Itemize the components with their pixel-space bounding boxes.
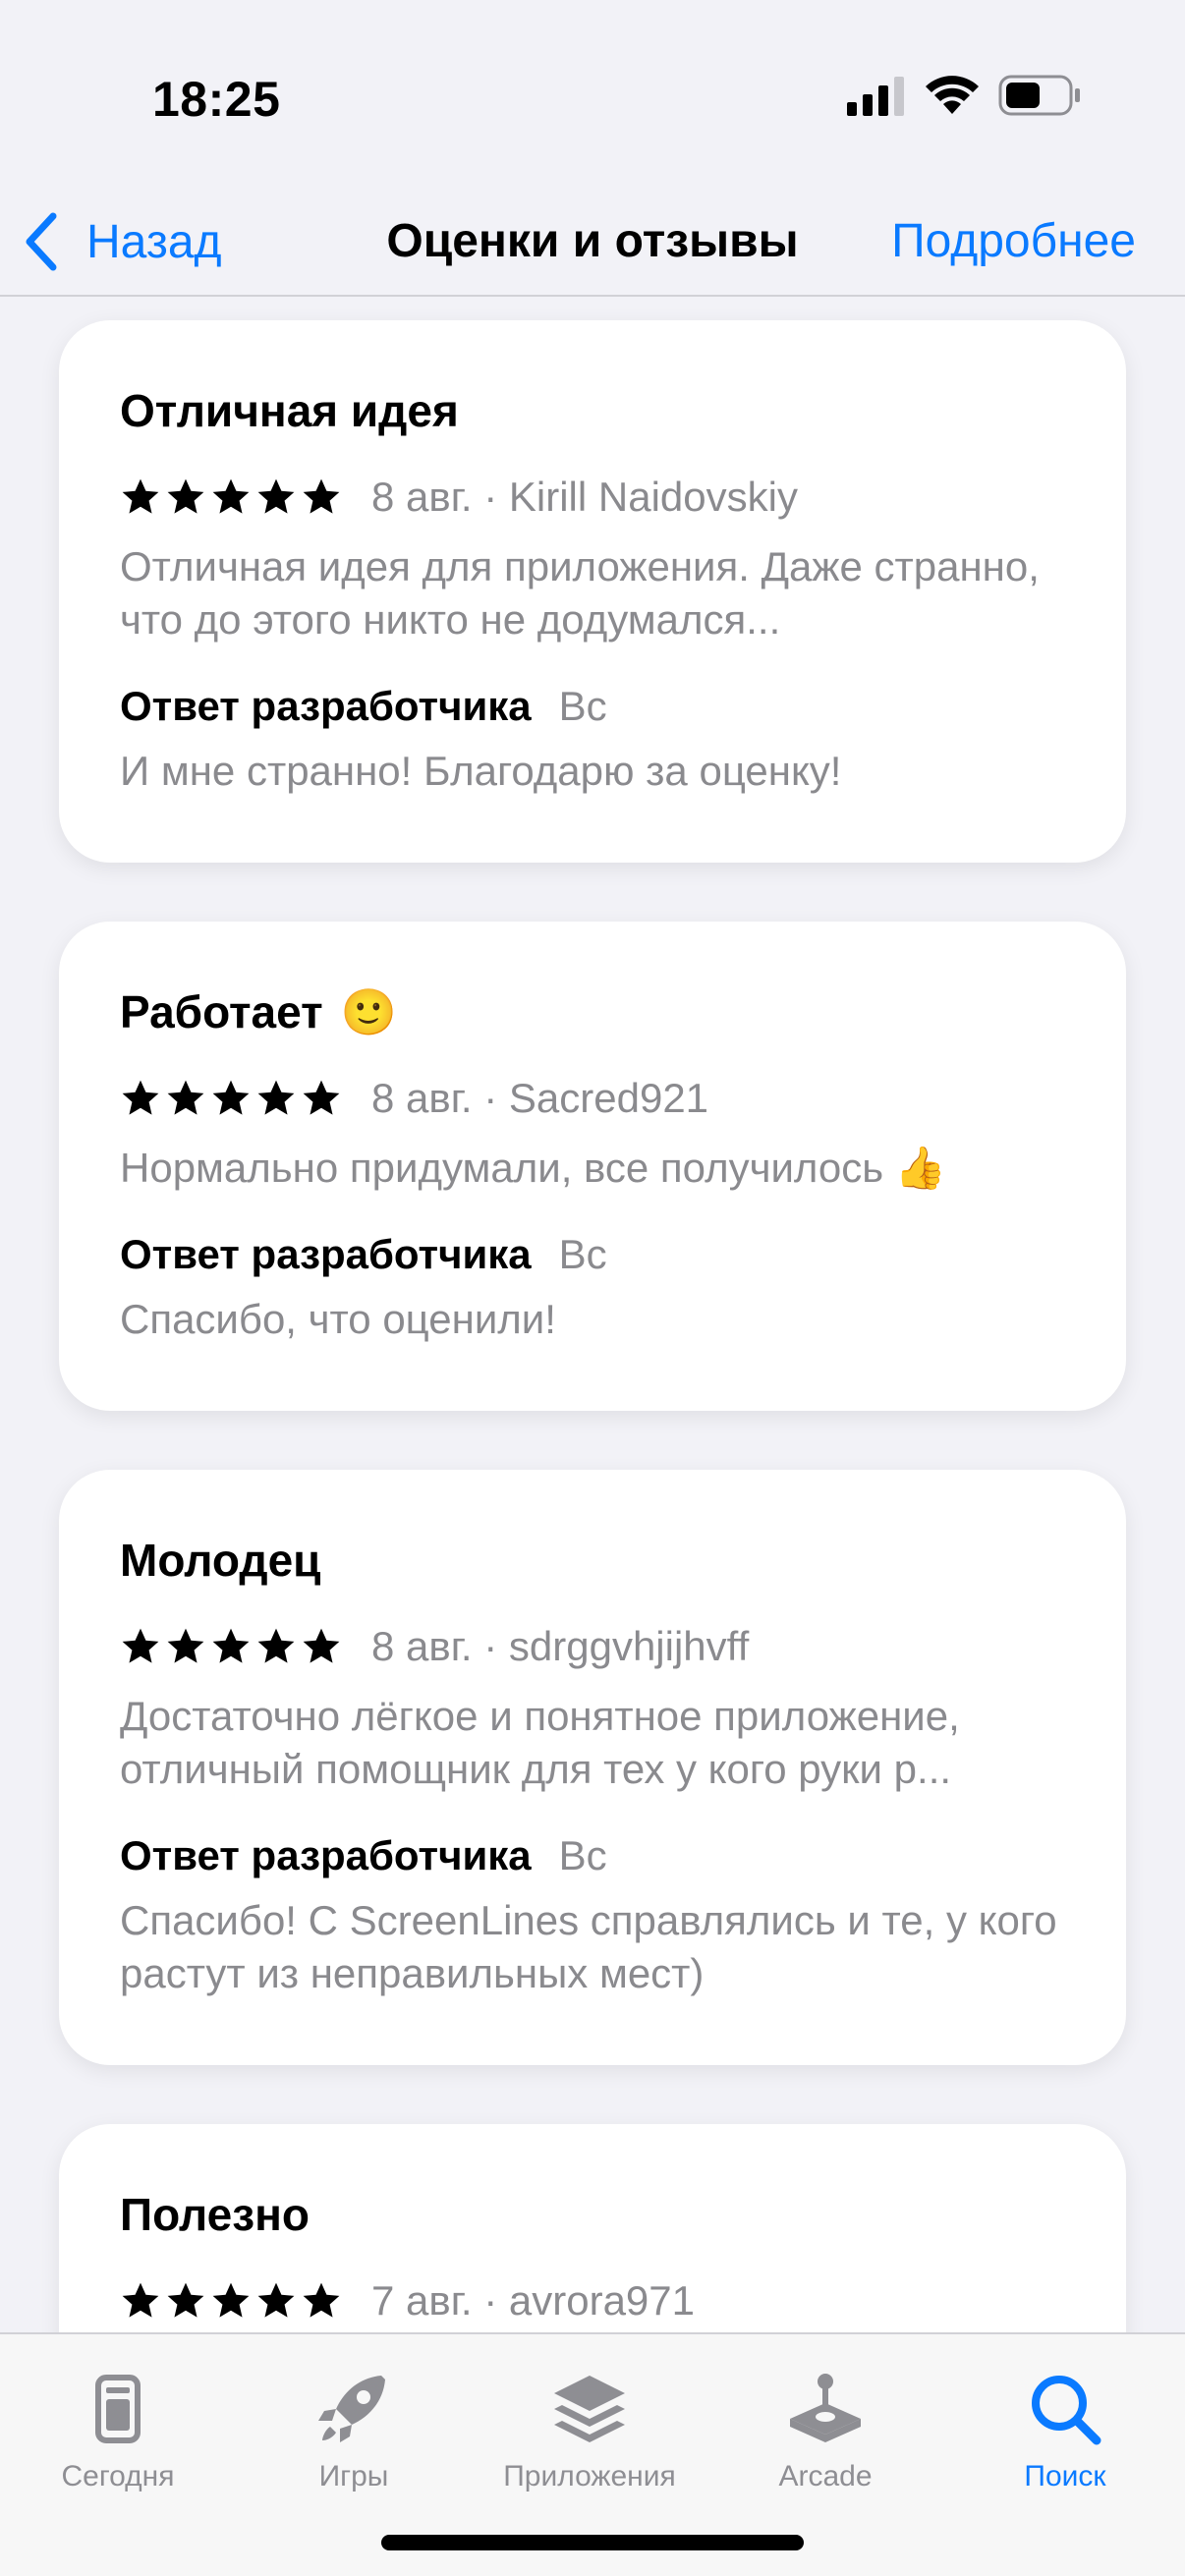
developer-response-date: Вс	[558, 1832, 607, 1878]
review-body: Отличная идея для приложения. Даже стран…	[120, 543, 1040, 643]
star-filled-icon	[122, 478, 159, 514]
home-indicator[interactable]	[381, 2535, 804, 2550]
developer-response-text: Спасибо! С ScreenLines справлялись и те,…	[120, 1897, 1057, 1996]
review-card[interactable]: Молодец 8 авг. · sdrggvhjijhvff Достаточ…	[59, 1470, 1126, 2065]
review-date-author: 7 авг. · avrora971	[371, 2277, 696, 2324]
developer-response-text: Спасибо, что оценили!	[120, 1296, 556, 1342]
review-date-author: 8 авг. · Sacred921	[371, 1075, 709, 1121]
search-icon	[1032, 2376, 1101, 2445]
developer-response-label: Ответ разработчика	[120, 1231, 532, 1277]
star-filled-icon	[303, 1628, 340, 1663]
star-filled-icon	[167, 1628, 204, 1663]
review-title: Полезно	[120, 2189, 310, 2240]
navigation-bar: Назад Оценки и отзывы Подробнее	[0, 187, 1185, 297]
smile-emoji: 🙂	[340, 986, 397, 1037]
star-rating	[120, 476, 346, 518]
status-time: 18:25	[152, 72, 281, 127]
star-filled-icon	[303, 478, 340, 514]
star-filled-icon	[257, 1080, 295, 1115]
wifi-icon	[926, 76, 979, 114]
arcade-joystick-icon	[790, 2374, 861, 2442]
chevron-left-icon	[26, 212, 57, 271]
tab-arcade[interactable]: Arcade	[707, 2348, 943, 2505]
developer-response-text: И мне странно! Благодарю за оценку!	[120, 748, 842, 794]
star-filled-icon	[122, 1628, 159, 1663]
star-rating	[120, 2280, 346, 2322]
status-bar: 18:25	[0, 0, 1185, 187]
star-filled-icon	[303, 1080, 340, 1115]
star-filled-icon	[167, 1080, 204, 1115]
battery-icon	[998, 75, 1080, 116]
review-date-author: 8 авг. · sdrggvhjijhvff	[371, 1623, 750, 1669]
review-card[interactable]: Работает 🙂 8 авг. · Sacred921 Нормально …	[59, 922, 1126, 1411]
today-icon	[95, 2375, 141, 2443]
star-filled-icon	[212, 1080, 250, 1115]
star-filled-icon	[212, 2282, 250, 2318]
tab-label: Сегодня	[61, 2460, 175, 2492]
star-filled-icon	[257, 2282, 295, 2318]
review-date-author: 8 авг. · Kirill Naidovskiy	[371, 474, 798, 520]
cellular-signal-icon	[847, 77, 904, 116]
star-filled-icon	[303, 2282, 340, 2318]
review-card[interactable]: Полезно 7 авг. · avrora971	[59, 2124, 1126, 2332]
tab-label: Игры	[318, 2460, 389, 2492]
review-title: Отличная идея	[120, 385, 459, 436]
back-button[interactable]: Назад	[22, 200, 222, 283]
tab-label: Приложения	[503, 2460, 676, 2492]
star-rating	[120, 1626, 346, 1667]
developer-response-date: Вс	[558, 1231, 607, 1277]
review-body: Достаточно лёгкое и понятное приложение,…	[120, 1693, 960, 1792]
developer-response-label: Ответ разработчика	[120, 1832, 532, 1878]
apps-stack-icon	[554, 2376, 625, 2442]
reviews-list[interactable]: Отличная идея 8 авг. · Kirill Naidovskiy…	[0, 299, 1185, 2332]
review-body: Нормально придумали, все получилось 👍	[120, 1145, 947, 1191]
games-rocket-icon	[318, 2376, 385, 2442]
star-filled-icon	[257, 1628, 295, 1663]
star-filled-icon	[122, 1080, 159, 1115]
star-rating	[120, 1078, 346, 1119]
tab-today[interactable]: Сегодня	[0, 2348, 236, 2505]
review-title: Работает 🙂	[120, 982, 1065, 1041]
star-filled-icon	[257, 478, 295, 514]
back-label: Назад	[86, 215, 222, 268]
review-card[interactable]: Отличная идея 8 авг. · Kirill Naidovskiy…	[59, 320, 1126, 863]
review-title: Молодец	[120, 1535, 321, 1586]
star-filled-icon	[167, 478, 204, 514]
tab-games[interactable]: Игры	[236, 2348, 472, 2505]
developer-response-date: Вс	[558, 683, 607, 729]
tab-label: Поиск	[1024, 2460, 1106, 2492]
developer-response-label: Ответ разработчика	[120, 683, 532, 729]
star-filled-icon	[212, 478, 250, 514]
star-filled-icon	[167, 2282, 204, 2318]
more-details-button[interactable]: Подробнее	[891, 200, 1136, 283]
tab-search[interactable]: Поиск	[947, 2348, 1183, 2505]
tab-label: Arcade	[778, 2460, 873, 2492]
tab-apps[interactable]: Приложения	[472, 2348, 707, 2505]
star-filled-icon	[212, 1628, 250, 1663]
star-filled-icon	[122, 2282, 159, 2318]
